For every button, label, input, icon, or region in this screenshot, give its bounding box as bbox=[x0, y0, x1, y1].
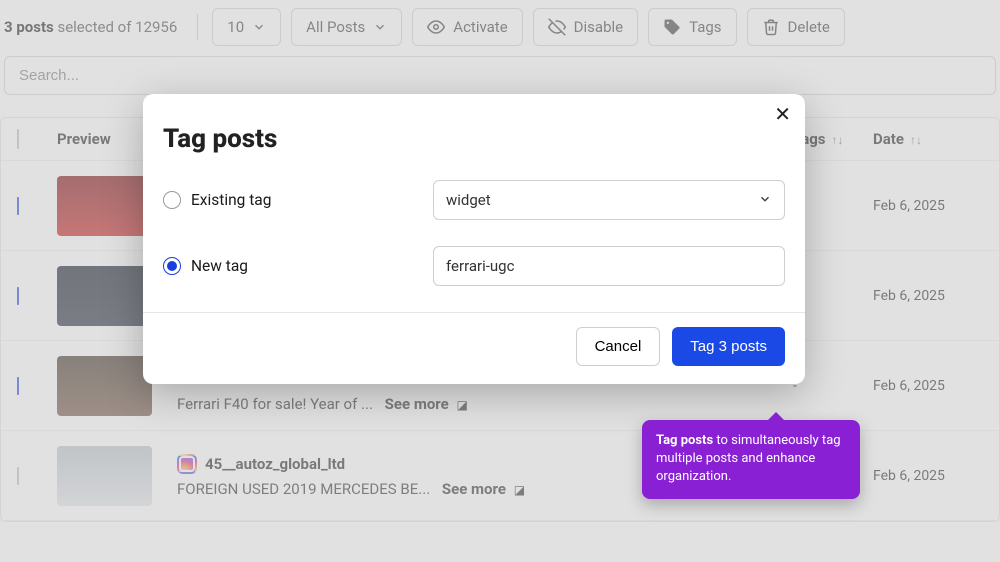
existing-tag-select[interactable]: widget bbox=[433, 180, 785, 220]
tag-posts-button[interactable]: Tag 3 posts bbox=[672, 327, 785, 366]
close-icon[interactable]: ✕ bbox=[774, 102, 791, 126]
tag-posts-modal: ✕ Tag posts Existing tag widget New tag … bbox=[143, 94, 805, 384]
modal-title: Tag posts bbox=[163, 124, 785, 154]
cancel-button[interactable]: Cancel bbox=[576, 327, 661, 366]
chevron-down-icon bbox=[758, 192, 772, 209]
new-tag-input[interactable]: ferrari-ugc bbox=[433, 246, 785, 286]
new-tag-radio[interactable]: New tag bbox=[163, 257, 413, 275]
existing-tag-radio[interactable]: Existing tag bbox=[163, 191, 413, 209]
tag-posts-tooltip: Tag posts to simultaneously tag multiple… bbox=[642, 420, 860, 499]
